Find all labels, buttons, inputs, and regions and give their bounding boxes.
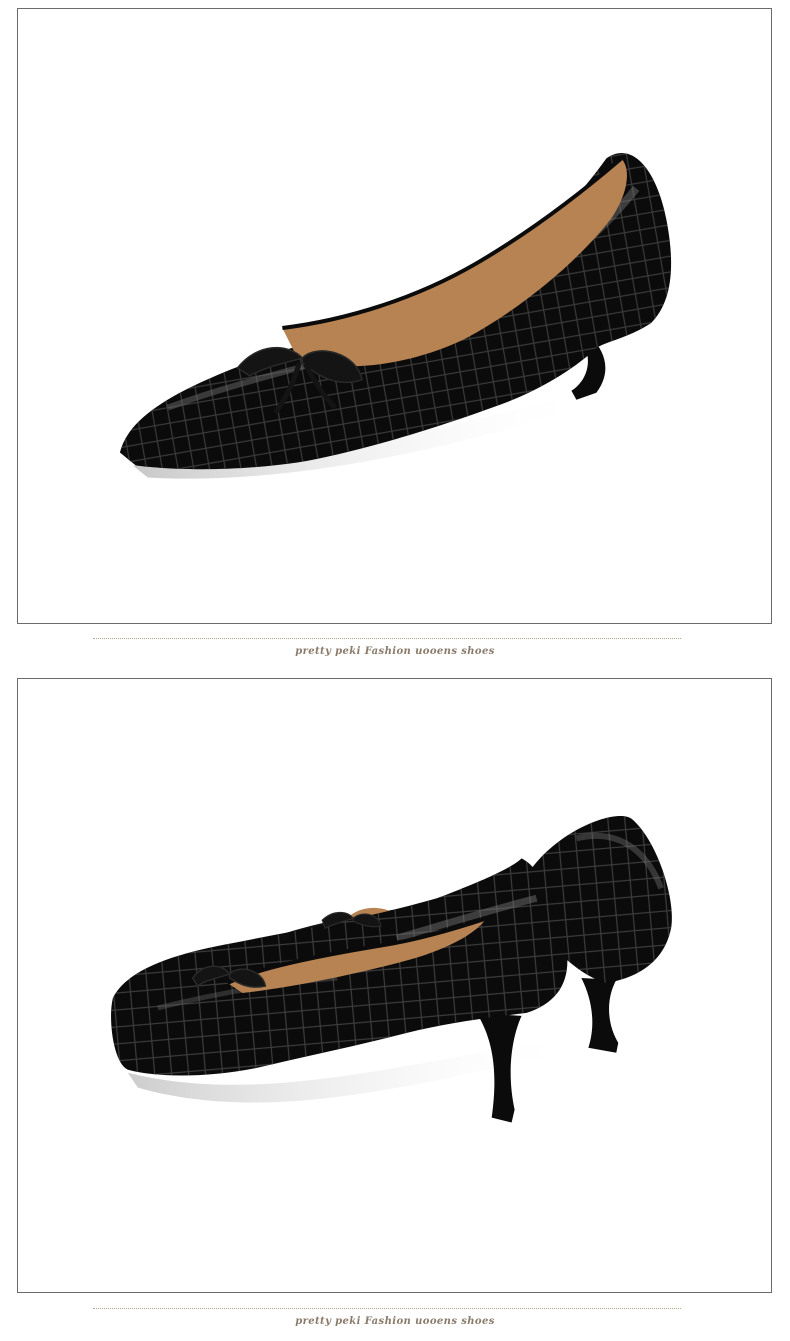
brand-caption: pretty peki Fashion uooens shoes — [295, 1316, 495, 1327]
product-photo-side-view — [17, 8, 772, 624]
divider — [93, 1308, 681, 1309]
shoe-side-view-image — [119, 153, 672, 479]
shoe-pair-view-image — [111, 816, 672, 1123]
product-photo-pair-view — [17, 678, 772, 1293]
divider — [93, 638, 681, 639]
brand-caption: pretty peki Fashion uooens shoes — [295, 646, 495, 657]
